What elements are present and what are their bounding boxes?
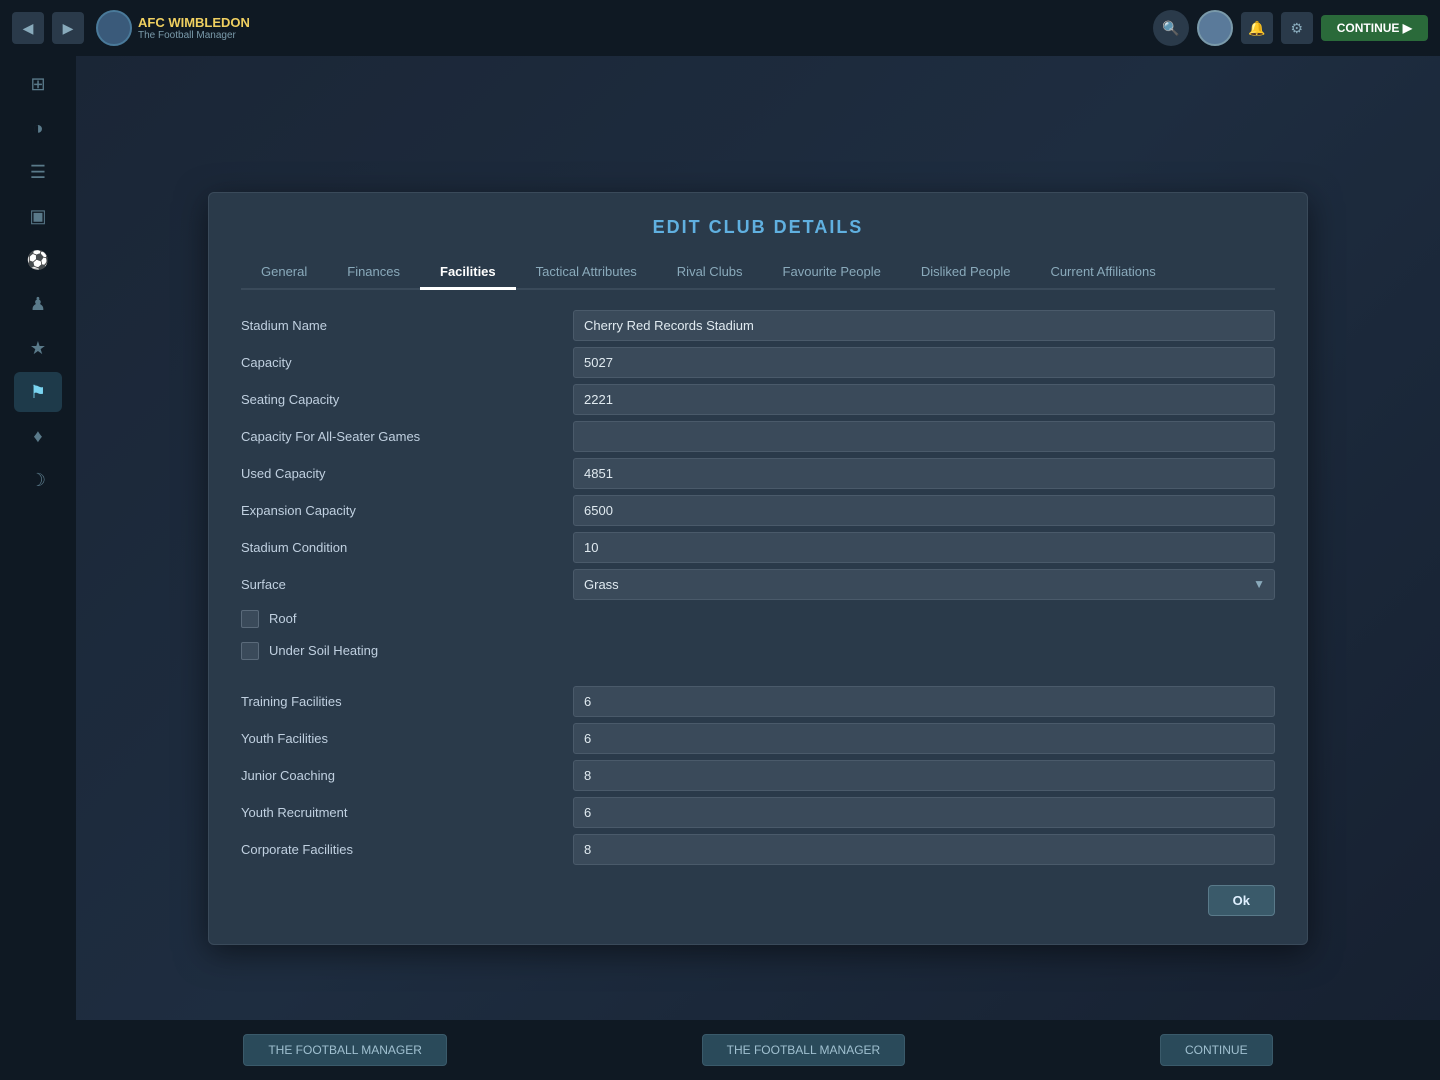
capacity-label: Capacity — [241, 349, 561, 376]
seating-capacity-label: Seating Capacity — [241, 386, 561, 413]
notifications-icon[interactable]: 🔔 — [1241, 12, 1273, 44]
bottom-btn-3[interactable]: CONTINUE — [1160, 1034, 1273, 1066]
tab-general[interactable]: General — [241, 256, 327, 290]
search-icon[interactable]: 🔍 — [1153, 10, 1189, 46]
sidebar-item-transfers[interactable]: ♟ — [14, 284, 62, 324]
youth-recruitment-input[interactable] — [573, 797, 1275, 828]
capacity-all-seater-label: Capacity For All-Seater Games — [241, 423, 561, 450]
tab-disliked-people[interactable]: Disliked People — [901, 256, 1031, 290]
youth-facilities-label: Youth Facilities — [241, 725, 561, 752]
club-name-area: AFC WIMBLEDON The Football Manager — [138, 15, 250, 41]
tab-tactical-attributes[interactable]: Tactical Attributes — [516, 256, 657, 290]
youth-facilities-row: Youth Facilities — [241, 723, 1275, 754]
tab-current-affiliations[interactable]: Current Affiliations — [1030, 256, 1175, 290]
bottom-area: THE FOOTBALL MANAGER THE FOOTBALL MANAGE… — [76, 1020, 1440, 1080]
seating-capacity-row: Seating Capacity — [241, 384, 1275, 415]
tab-rival-clubs[interactable]: Rival Clubs — [657, 256, 763, 290]
main-content: EDIT CLUB DETAILS General Finances Facil… — [76, 56, 1440, 1080]
edit-club-dialog: EDIT CLUB DETAILS General Finances Facil… — [208, 192, 1308, 945]
junior-coaching-row: Junior Coaching — [241, 760, 1275, 791]
capacity-all-seater-input[interactable] — [573, 421, 1275, 452]
sidebar: ⊞ ◑ ☰ ▣ ⚽ ♟ ★ ⚑ ♦ ☽ — [0, 56, 76, 1080]
corporate-facilities-label: Corporate Facilities — [241, 836, 561, 863]
under-soil-heating-row: Under Soil Heating — [241, 638, 1275, 664]
used-capacity-input[interactable] — [573, 458, 1275, 489]
forward-button[interactable]: ▶ — [52, 12, 84, 44]
top-bar: ◀ ▶ AFC WIMBLEDON The Football Manager 🔍… — [0, 0, 1440, 56]
roof-row: Roof — [241, 606, 1275, 632]
capacity-row: Capacity — [241, 347, 1275, 378]
tab-bar: General Finances Facilities Tactical Att… — [241, 256, 1275, 290]
sidebar-item-finances[interactable]: ♦ — [14, 416, 62, 456]
modal-footer: Ok — [241, 885, 1275, 916]
youth-recruitment-row: Youth Recruitment — [241, 797, 1275, 828]
club-subtitle: The Football Manager — [138, 30, 250, 41]
stadium-condition-input[interactable] — [573, 532, 1275, 563]
under-soil-heating-checkbox[interactable] — [241, 642, 259, 660]
junior-coaching-input[interactable] — [573, 760, 1275, 791]
training-facilities-label: Training Facilities — [241, 688, 561, 715]
used-capacity-label: Used Capacity — [241, 460, 561, 487]
sidebar-item-squad[interactable]: ☰ — [14, 152, 62, 192]
bottom-btn-2[interactable]: THE FOOTBALL MANAGER — [702, 1034, 906, 1066]
surface-select-wrapper: Grass Artificial Hybrid ▼ — [573, 569, 1275, 600]
surface-select[interactable]: Grass Artificial Hybrid — [573, 569, 1275, 600]
capacity-all-seater-row: Capacity For All-Seater Games — [241, 421, 1275, 452]
club-info: AFC WIMBLEDON The Football Manager — [96, 10, 250, 46]
surface-row: Surface Grass Artificial Hybrid ▼ — [241, 569, 1275, 600]
back-button[interactable]: ◀ — [12, 12, 44, 44]
seating-capacity-input[interactable] — [573, 384, 1275, 415]
capacity-input[interactable] — [573, 347, 1275, 378]
youth-recruitment-label: Youth Recruitment — [241, 799, 561, 826]
tab-facilities[interactable]: Facilities — [420, 256, 516, 290]
sidebar-item-training[interactable]: ⚽ — [14, 240, 62, 280]
tab-finances[interactable]: Finances — [327, 256, 420, 290]
dialog-title: EDIT CLUB DETAILS — [241, 217, 1275, 238]
roof-label: Roof — [269, 611, 296, 626]
corporate-facilities-input[interactable] — [573, 834, 1275, 865]
roof-checkbox[interactable] — [241, 610, 259, 628]
youth-facilities-input[interactable] — [573, 723, 1275, 754]
corporate-facilities-row: Corporate Facilities — [241, 834, 1275, 865]
sidebar-item-management[interactable]: ⚑ — [14, 372, 62, 412]
stadium-name-label: Stadium Name — [241, 312, 561, 339]
sidebar-item-team[interactable]: ★ — [14, 328, 62, 368]
expansion-capacity-input[interactable] — [573, 495, 1275, 526]
expansion-capacity-label: Expansion Capacity — [241, 497, 561, 524]
used-capacity-row: Used Capacity — [241, 458, 1275, 489]
expansion-capacity-row: Expansion Capacity — [241, 495, 1275, 526]
continue-button[interactable]: CONTINUE ▶ — [1321, 15, 1428, 41]
sidebar-item-other[interactable]: ☽ — [14, 460, 62, 500]
settings-icon[interactable]: ⚙ — [1281, 12, 1313, 44]
club-name: AFC WIMBLEDON — [138, 15, 250, 30]
surface-label: Surface — [241, 571, 561, 598]
under-soil-heating-label: Under Soil Heating — [269, 643, 378, 658]
tab-favourite-people[interactable]: Favourite People — [763, 256, 901, 290]
sidebar-item-fixtures[interactable]: ◑ — [14, 108, 62, 148]
club-badge — [96, 10, 132, 46]
junior-coaching-label: Junior Coaching — [241, 762, 561, 789]
sidebar-item-home[interactable]: ⊞ — [14, 64, 62, 104]
sidebar-item-tactics[interactable]: ▣ — [14, 196, 62, 236]
stadium-name-input[interactable] — [573, 310, 1275, 341]
ok-button[interactable]: Ok — [1208, 885, 1275, 916]
stadium-name-row: Stadium Name — [241, 310, 1275, 341]
stadium-condition-label: Stadium Condition — [241, 534, 561, 561]
training-facilities-row: Training Facilities — [241, 686, 1275, 717]
form-body: Stadium Name Capacity Seating Capacity C… — [241, 310, 1275, 865]
stadium-condition-row: Stadium Condition — [241, 532, 1275, 563]
avatar[interactable] — [1197, 10, 1233, 46]
bottom-btn-1[interactable]: THE FOOTBALL MANAGER — [243, 1034, 447, 1066]
training-facilities-input[interactable] — [573, 686, 1275, 717]
